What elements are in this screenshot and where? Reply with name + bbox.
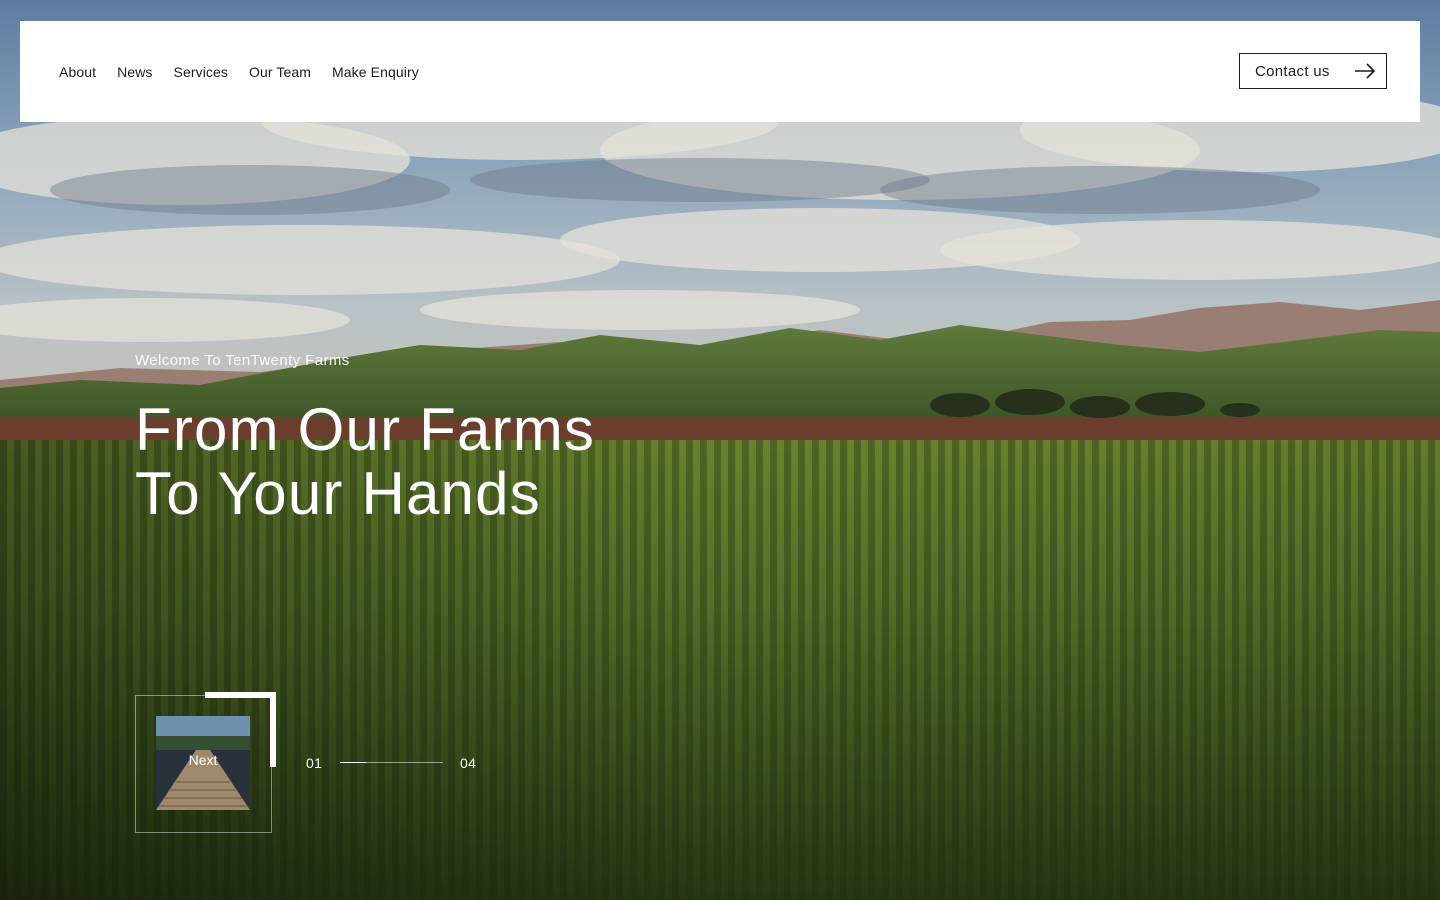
hero-headline-line-2: To Your Hands — [135, 460, 541, 527]
next-slide-button[interactable]: Next — [156, 716, 250, 810]
hero-headline: From Our Farms To Your Hands — [135, 398, 595, 526]
hero-section: About News Services Our Team Make Enquir… — [0, 0, 1440, 900]
site-header: About News Services Our Team Make Enquir… — [20, 21, 1420, 122]
welcome-text: Welcome To TenTwenty Farms — [135, 352, 350, 369]
slide-progress-fill — [340, 762, 366, 763]
nav-link-our-team[interactable]: Our Team — [249, 64, 311, 80]
nav-link-services[interactable]: Services — [174, 64, 228, 80]
next-slide-widget: Next — [135, 692, 277, 833]
nav-link-about[interactable]: About — [59, 64, 96, 80]
hero-headline-line-1: From Our Farms — [135, 396, 596, 463]
slide-counter-total: 04 — [460, 755, 477, 771]
slide-counter-current: 01 — [306, 755, 323, 771]
contact-us-button[interactable]: Contact us — [1239, 53, 1387, 89]
next-slide-label: Next — [188, 752, 218, 768]
contact-us-label: Contact us — [1255, 62, 1330, 80]
nav-link-news[interactable]: News — [117, 64, 152, 80]
main-nav: About News Services Our Team Make Enquir… — [59, 21, 440, 122]
arrow-right-icon — [1355, 63, 1376, 79]
slide-progress-track — [340, 762, 443, 763]
nav-link-make-enquiry[interactable]: Make Enquiry — [332, 64, 419, 80]
